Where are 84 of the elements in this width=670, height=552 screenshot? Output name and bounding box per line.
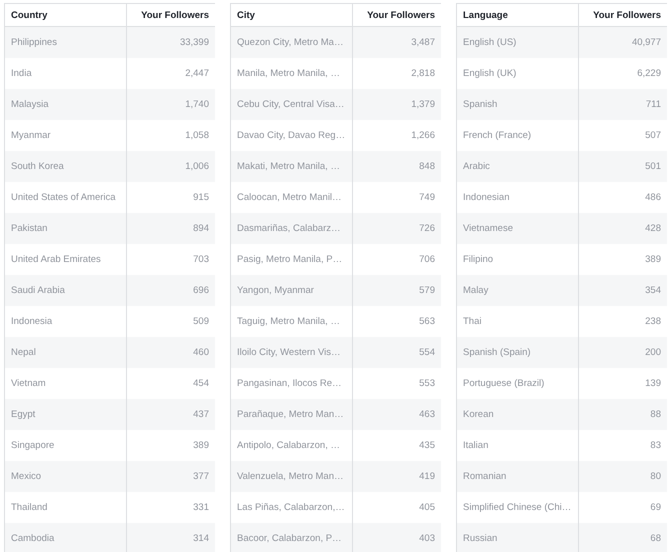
- table-cell: Cebu City, Central Visa…: [231, 89, 353, 120]
- table-cell-text: 848: [418, 161, 436, 172]
- table-cell-text: 501: [644, 161, 662, 172]
- table-cell-text: 2,818: [410, 68, 436, 79]
- table-cell-text: 389: [644, 254, 662, 265]
- table-cell-text: 509: [192, 316, 210, 327]
- table-cell-text: 69: [649, 502, 662, 513]
- table-cell: Bacoor, Calabarzon, P…: [231, 523, 353, 552]
- table-cell-text: 405: [418, 502, 436, 513]
- table-cell-text: 68: [649, 533, 662, 544]
- table-cell-text: 1,740: [184, 99, 210, 110]
- table-cell-text: 460: [192, 347, 210, 358]
- table-cell-text: 3,487: [410, 37, 436, 48]
- table-cell-text: 437: [192, 409, 210, 420]
- table-cell-text: 40,977: [630, 37, 662, 48]
- table-cell-text: 354: [644, 285, 662, 296]
- table-cell-text: 1,266: [410, 130, 436, 141]
- table-cell-text: 915: [192, 192, 210, 203]
- table-cell-text: 454: [192, 378, 210, 389]
- table-cell-text: 706: [418, 254, 436, 265]
- table-cell: Pakistan: [5, 213, 127, 244]
- table-cell-text: 1,006: [184, 161, 210, 172]
- table-cell-text: 2,447: [184, 68, 210, 79]
- table-cell-text: 314: [192, 533, 210, 544]
- table-cell: South Korea: [5, 151, 127, 182]
- table-cell: Valenzuela, Metro Man…: [231, 461, 353, 492]
- table-cell: Vietnamese: [457, 213, 579, 244]
- column-header: Your Followers: [140, 10, 210, 20]
- table-cell: Korean: [457, 399, 579, 430]
- table-cell: English (US): [457, 27, 579, 58]
- table-cell-text: 711: [644, 99, 662, 110]
- table-cell-text: 88: [649, 409, 662, 420]
- table-cell-text: 83: [649, 440, 662, 451]
- table-cell: Malay: [457, 275, 579, 306]
- table-cell: Nepal: [5, 337, 127, 368]
- table-cell: Parañaque, Metro Man…: [231, 399, 353, 430]
- table-cell-text: 749: [418, 192, 436, 203]
- table-cell: Cambodia: [5, 523, 127, 552]
- table-cell: Iloilo City, Western Vis…: [231, 337, 353, 368]
- column-header: Country: [5, 4, 127, 26]
- table-cell: Malaysia: [5, 89, 127, 120]
- table-cell-text: 1,058: [184, 130, 210, 141]
- table-cell-text: 403: [418, 533, 436, 544]
- table-cell-text: 554: [418, 347, 436, 358]
- column-header: Your Followers: [366, 10, 436, 20]
- table-cell-text: 139: [644, 378, 662, 389]
- table-cell-text: 80: [649, 471, 662, 482]
- table-cell-text: 726: [418, 223, 436, 234]
- table-cell: Spanish (Spain): [457, 337, 579, 368]
- table-cell-text: 563: [418, 316, 436, 327]
- table-cell-text: 894: [192, 223, 210, 234]
- table-cell-text: 377: [192, 471, 210, 482]
- table-cell-text: 435: [418, 440, 436, 451]
- table-cell-text: 553: [418, 378, 436, 389]
- table-cell: Arabic: [457, 151, 579, 182]
- table-cell: Yangon, Myanmar: [231, 275, 353, 306]
- table-cell-text: 1,379: [410, 99, 436, 110]
- table-cell-text: 389: [192, 440, 210, 451]
- table-cell-text: 703: [192, 254, 210, 265]
- table-cell: Quezon City, Metro Ma…: [231, 27, 353, 58]
- table-cell-text: 579: [418, 285, 436, 296]
- table-cell: Egypt: [5, 399, 127, 430]
- table-cell-text: 486: [644, 192, 662, 203]
- table-cell: Russian: [457, 523, 579, 552]
- table-cell: Dasmariñas, Calabarz…: [231, 213, 353, 244]
- column-header: Your Followers: [592, 10, 662, 20]
- table-cell: Mexico: [5, 461, 127, 492]
- table-cell-text: 428: [644, 223, 662, 234]
- table-cell-text: 463: [418, 409, 436, 420]
- table-cell-text: 507: [644, 130, 662, 141]
- column-header: City: [231, 4, 353, 26]
- table-cell-text: 331: [192, 502, 210, 513]
- table-cell-text: 238: [644, 316, 662, 327]
- table-cell: Spanish: [457, 89, 579, 120]
- table-cell-text: 419: [418, 471, 436, 482]
- table-cell-text: 33,399: [178, 37, 210, 48]
- column-header: Language: [457, 4, 579, 26]
- table-cell: Romanian: [457, 461, 579, 492]
- table-cell-text: 200: [644, 347, 662, 358]
- table-cell: Makati, Metro Manila, …: [231, 151, 353, 182]
- table-cell-text: 6,229: [636, 68, 662, 79]
- table-cell: Philippines: [5, 27, 127, 58]
- table-cell: Saudi Arabia: [5, 275, 127, 306]
- table-cell-text: 696: [192, 285, 210, 296]
